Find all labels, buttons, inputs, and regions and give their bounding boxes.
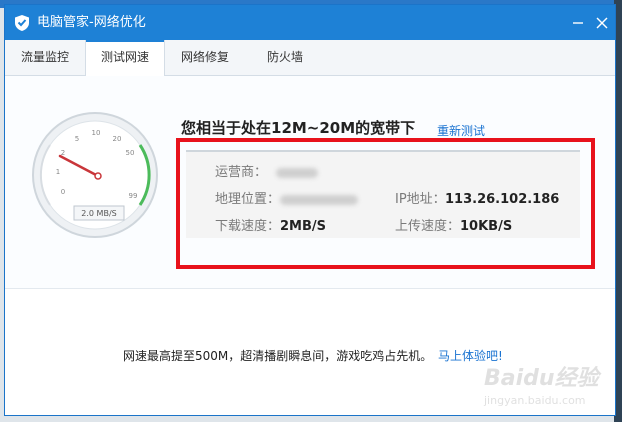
tab-bar: 流量监控 测试网速 网络修复 防火墙	[5, 40, 615, 76]
gauge-tick: 20	[113, 135, 122, 143]
close-button[interactable]	[592, 13, 612, 33]
shield-logo-icon	[15, 15, 29, 31]
window-title: 电脑管家-网络优化	[37, 15, 146, 30]
retest-link[interactable]: 重新测试	[437, 123, 485, 139]
annotation-highlight-box	[176, 138, 595, 269]
tab-label: 网络修复	[180, 50, 229, 64]
promo-text: 网速最高提至500M，超清播剧瞬息间，游戏吃鸡占先机。	[123, 349, 433, 363]
tab-label: 流量监控	[20, 50, 69, 64]
minimize-button[interactable]	[568, 13, 588, 33]
gauge-tick: 50	[126, 149, 135, 157]
gauge-tick: 1	[56, 168, 60, 176]
tab-label: 防火墙	[266, 50, 303, 64]
gauge-tick: 0	[61, 188, 65, 196]
tab-speed-test[interactable]: 测试网速	[85, 40, 165, 76]
tab-firewall[interactable]: 防火墙	[245, 40, 325, 75]
baidu-watermark: Baidu经验 jingyan.baidu.com	[474, 360, 614, 410]
tab-network-repair[interactable]: 网络修复	[165, 40, 245, 75]
gauge-tick: 5	[75, 135, 79, 143]
watermark-text: Baidu经验	[484, 366, 599, 391]
speed-gauge: 0 1 2 5 10 20 50 99 2.0 MB/S	[32, 112, 158, 238]
gauge-tick: 99	[129, 192, 138, 200]
watermark-subtext: jingyan.baidu.com	[484, 394, 586, 407]
bandwidth-headline: 您相当于处在12M~20M的宽带下	[181, 119, 416, 137]
gauge-readout: 2.0 MB/S	[81, 209, 116, 218]
gauge-tick: 10	[92, 129, 101, 137]
tab-traffic-monitor[interactable]: 流量监控	[5, 40, 85, 75]
title-bar[interactable]: 电脑管家-网络优化	[5, 5, 615, 40]
tab-label: 测试网速	[100, 50, 149, 64]
